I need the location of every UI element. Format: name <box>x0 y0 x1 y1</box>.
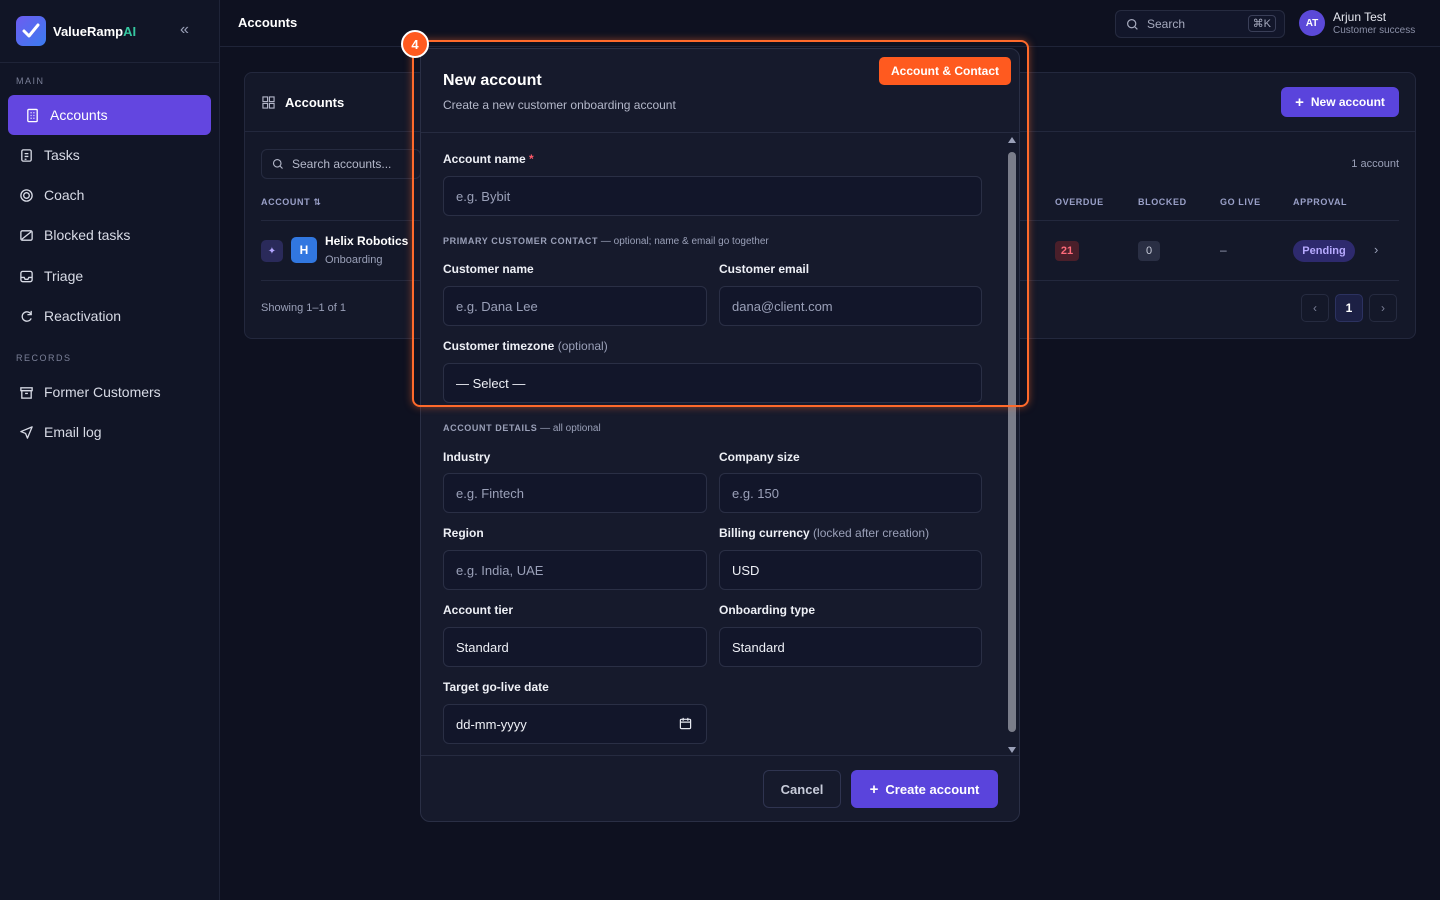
column-header-approval: APPROVAL <box>1293 197 1348 207</box>
chevron-right-icon[interactable]: › <box>1374 242 1378 257</box>
overdue-badge: 21 <box>1055 241 1079 261</box>
sidebar-item-label: Coach <box>44 187 85 203</box>
sidebar-item-label: Triage <box>44 268 84 284</box>
page-button[interactable]: 1 <box>1335 294 1363 322</box>
step-tag: Account & Contact <box>879 57 1011 85</box>
prev-page-button[interactable]: ‹ <box>1301 294 1329 322</box>
currency-select[interactable]: USD <box>719 550 982 590</box>
company-size-input[interactable]: e.g. 150 <box>719 473 982 513</box>
page-title: Accounts <box>238 15 298 30</box>
column-header-golive: GO LIVE <box>1220 197 1261 207</box>
brand-logo-icon <box>16 16 46 46</box>
tier-select[interactable]: Standard <box>443 627 707 667</box>
sidebar-item-blocked-tasks[interactable]: Blocked tasks <box>8 215 211 255</box>
create-account-button[interactable]: + Create account <box>851 770 998 808</box>
company-size-label: Company size <box>719 450 800 464</box>
collapse-sidebar-icon[interactable]: « <box>180 22 189 38</box>
sidebar: ValueRampAI « MAIN Accounts Tasks Coach … <box>0 0 220 900</box>
search-icon <box>272 158 284 170</box>
golive-date-label: Target go-live date <box>443 680 549 694</box>
search-icon <box>1126 18 1139 31</box>
section-label-records: RECORDS <box>16 353 72 363</box>
status-badge: Pending <box>1293 240 1355 262</box>
highlight-frame <box>412 40 1029 407</box>
onboarding-type-label: Onboarding type <box>719 603 815 617</box>
sort-icon: ⇅ <box>313 197 322 207</box>
sidebar-item-label: Email log <box>44 424 102 440</box>
sidebar-item-tasks[interactable]: Tasks <box>8 135 211 175</box>
clipboard-icon <box>18 147 34 163</box>
tier-label: Account tier <box>443 603 514 617</box>
target-icon <box>18 187 34 203</box>
sidebar-item-label: Reactivation <box>44 308 122 324</box>
divider <box>421 755 1019 756</box>
avatar[interactable]: AT <box>1299 10 1325 36</box>
region-input[interactable]: e.g. India, UAE <box>443 550 707 590</box>
sidebar-item-former-customers[interactable]: Former Customers <box>8 372 211 412</box>
search-placeholder: Search accounts... <box>292 157 392 171</box>
sidebar-item-label: Accounts <box>50 107 108 123</box>
sidebar-item-label: Blocked tasks <box>44 227 131 243</box>
section-label-main: MAIN <box>16 76 45 86</box>
sidebar-item-reactivation[interactable]: Reactivation <box>8 296 211 336</box>
sidebar-item-label: Former Customers <box>44 384 161 400</box>
step-number-badge: 4 <box>401 30 429 58</box>
brand[interactable]: ValueRampAI <box>16 15 136 47</box>
search-label: Search <box>1147 17 1186 31</box>
brand-name: ValueRampAI <box>53 23 137 39</box>
plus-icon: + <box>869 780 879 798</box>
next-page-button[interactable]: › <box>1369 294 1397 322</box>
sidebar-item-accounts[interactable]: Accounts <box>8 95 211 135</box>
new-account-button[interactable]: + New account <box>1281 87 1399 117</box>
divider <box>0 62 219 63</box>
blocked-badge: 0 <box>1138 241 1160 261</box>
new-account-label: New account <box>1310 95 1385 109</box>
archive-icon <box>18 384 34 400</box>
user-name: Arjun Test <box>1333 10 1387 24</box>
calendar-icon[interactable] <box>679 717 692 730</box>
account-logo: H <box>291 237 317 263</box>
column-header-overdue: OVERDUE <box>1055 197 1104 207</box>
cancel-button[interactable]: Cancel <box>763 770 841 808</box>
account-details-section: ACCOUNT DETAILS — all optional <box>443 423 601 434</box>
sidebar-item-triage[interactable]: Triage <box>8 256 211 296</box>
sidebar-item-label: Tasks <box>44 147 80 163</box>
industry-label: Industry <box>443 450 491 464</box>
golive-value: – <box>1220 243 1227 257</box>
building-icon <box>24 107 40 123</box>
card-title: Accounts <box>285 95 345 110</box>
golive-date-input[interactable]: dd-mm-yyyy <box>443 704 707 744</box>
account-stage: Onboarding <box>325 254 383 266</box>
refresh-icon <box>18 308 34 324</box>
shortcut-badge: ⌘K <box>1247 15 1276 32</box>
create-account-label: Create account <box>885 781 980 797</box>
plus-icon: + <box>1295 93 1304 111</box>
send-icon <box>18 424 34 440</box>
account-name[interactable]: Helix Robotics <box>325 234 408 248</box>
sidebar-item-email-log[interactable]: Email log <box>8 412 211 452</box>
grid-icon <box>262 96 275 114</box>
onboarding-type-select[interactable]: Standard <box>719 627 982 667</box>
column-header-account[interactable]: ACCOUNT ⇅ <box>261 197 321 208</box>
user-role: Customer success <box>1333 25 1416 36</box>
column-header-blocked: BLOCKED <box>1138 197 1187 207</box>
region-label: Region <box>443 526 484 540</box>
account-count: 1 account <box>1351 158 1399 170</box>
accounts-search-input[interactable]: Search accounts... <box>261 149 421 179</box>
inbox-icon <box>18 268 34 284</box>
pagination-summary: Showing 1–1 of 1 <box>261 302 347 314</box>
currency-label: Billing currency (locked after creation) <box>719 526 930 540</box>
blocked-icon <box>18 227 34 243</box>
sparkle-icon[interactable]: ✦ <box>261 240 283 262</box>
industry-input[interactable]: e.g. Fintech <box>443 473 707 513</box>
sidebar-item-coach[interactable]: Coach <box>8 175 211 215</box>
global-search[interactable]: Search ⌘K <box>1115 10 1285 38</box>
